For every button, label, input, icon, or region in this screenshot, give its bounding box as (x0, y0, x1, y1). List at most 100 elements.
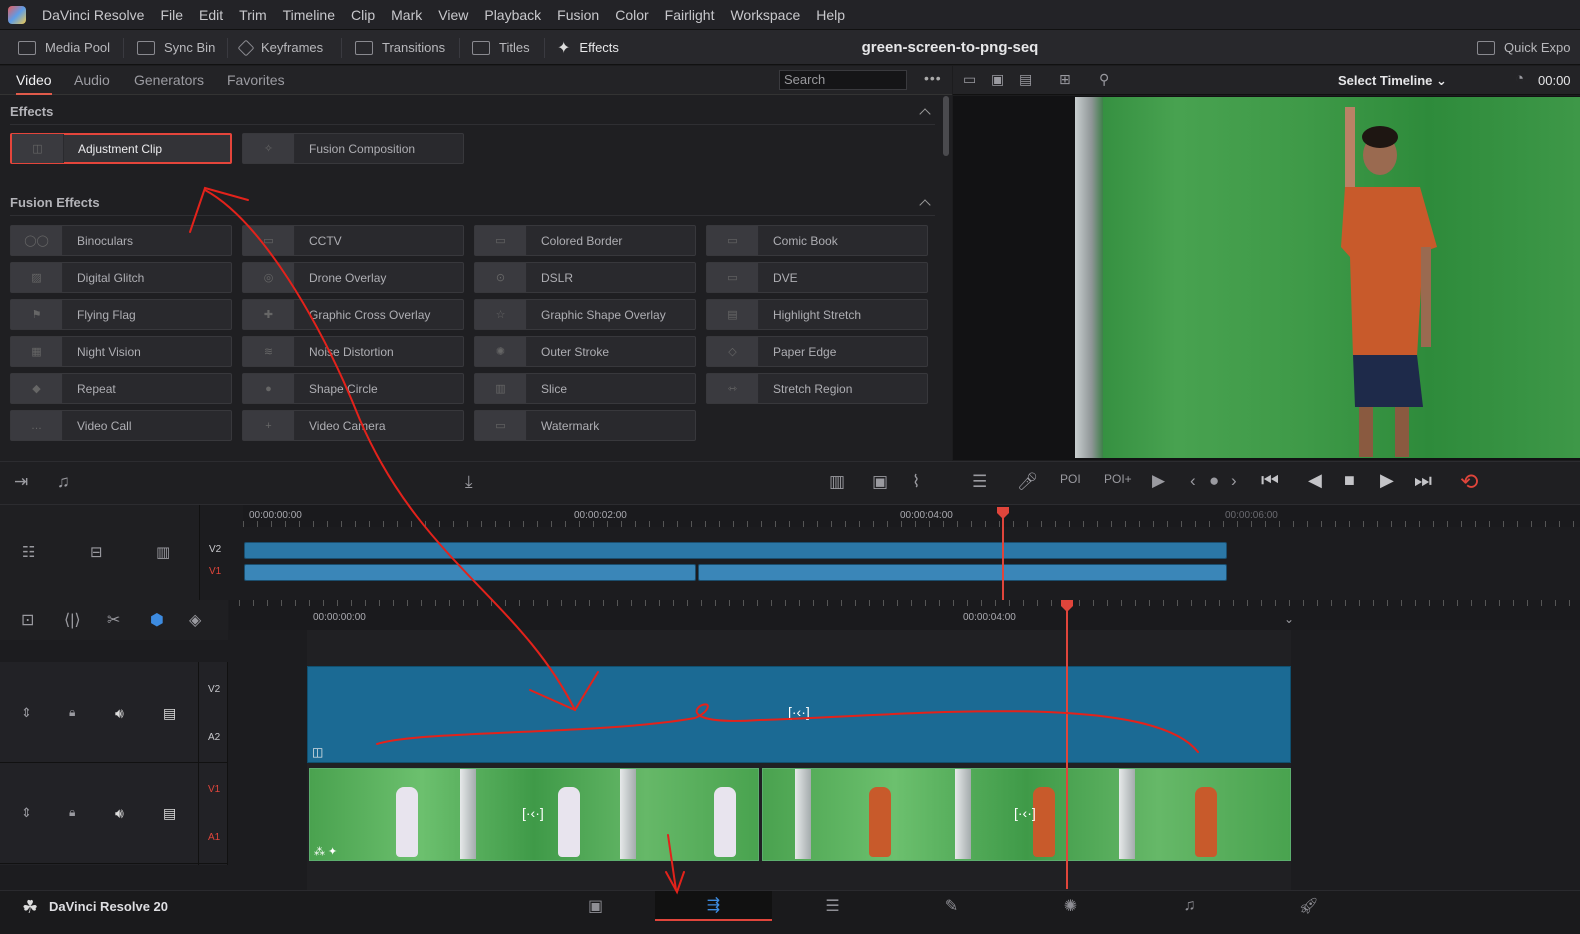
ripple-overwrite-icon[interactable]: ▥ (829, 472, 845, 492)
effect-graphic-cross-overlay[interactable]: ✚ Graphic Cross Overlay (242, 299, 464, 330)
effect-colored-border[interactable]: ▭ Colored Border (474, 225, 696, 256)
upper-clip-1[interactable] (244, 564, 696, 581)
menu-fusion[interactable]: Fusion (549, 7, 607, 23)
track-height-icon[interactable]: ⇕ (21, 805, 32, 821)
effect-watermark[interactable]: ▭ Watermark (474, 410, 696, 441)
insert-icon[interactable]: ⤓ (465, 472, 473, 492)
collapse-effects-icon[interactable] (919, 108, 931, 120)
media-pool-button[interactable]: Media Pool (18, 30, 110, 65)
effect-binoculars[interactable]: ◯◯ Binoculars (10, 225, 232, 256)
lock-icon[interactable]: 🔒︎ (69, 805, 75, 820)
upper-playhead[interactable] (1002, 513, 1004, 600)
marker-flag-icon[interactable]: ⬢ (150, 610, 164, 630)
page-fusion[interactable]: ✎ (893, 891, 1010, 921)
effect-video-call[interactable]: … Video Call (10, 410, 232, 441)
effect-fusion-composition[interactable]: ✧ Fusion Composition (242, 133, 464, 164)
film-icon[interactable]: ▤ (163, 805, 176, 822)
effect-slice[interactable]: ▥ Slice (474, 373, 696, 404)
effect-outer-stroke[interactable]: ✺ Outer Stroke (474, 336, 696, 367)
menu-color[interactable]: Color (607, 7, 656, 23)
place-on-top-icon[interactable]: ⌇ (912, 472, 920, 492)
select-timeline-dropdown[interactable]: Select Timeline ⌄ (1338, 66, 1447, 95)
poi-icon[interactable]: POI (1060, 472, 1081, 486)
append-icon[interactable]: ⇥ (14, 472, 28, 492)
page-edit[interactable]: ☰ (774, 891, 891, 921)
effect-video-camera[interactable]: + Video Camera (242, 410, 464, 441)
transitions-button[interactable]: Transitions (355, 30, 445, 65)
menu-trim[interactable]: Trim (231, 7, 274, 23)
titles-button[interactable]: Titles (472, 30, 530, 65)
source-viewer[interactable] (953, 96, 1580, 460)
effect-adjustment-clip[interactable]: ◫ Adjustment Clip (10, 133, 232, 164)
microphone-icon[interactable]: 🎤︎ (1017, 472, 1039, 492)
effect-dve[interactable]: ▭ DVE (706, 262, 928, 293)
poi-add-icon[interactable]: POI+ (1104, 472, 1132, 486)
effect-noise-distortion[interactable]: ≋ Noise Distortion (242, 336, 464, 367)
effects-search-input[interactable]: Search (779, 70, 907, 90)
quick-export-button[interactable]: Quick Expo (1477, 30, 1570, 65)
menu-edit[interactable]: Edit (191, 7, 231, 23)
menu-mark[interactable]: Mark (383, 7, 430, 23)
lower-ruler[interactable]: 00:00:00:00 00:00:04:00 (229, 600, 1580, 630)
more-options-icon[interactable]: ••• (924, 70, 942, 86)
page-color[interactable]: ✺ (1012, 891, 1129, 921)
effect-night-vision[interactable]: ▦ Night Vision (10, 336, 232, 367)
lower-playhead[interactable] (1066, 606, 1068, 889)
tab-generators[interactable]: Generators (134, 66, 204, 95)
effect-paper-edge[interactable]: ◇ Paper Edge (706, 336, 928, 367)
audio-edit-icon[interactable]: ♫ (57, 472, 70, 492)
adjustment-clip-track-v2[interactable]: [·‹·] ◫ (307, 666, 1291, 763)
page-fairlight[interactable]: ♫ (1131, 891, 1248, 921)
menu-file[interactable]: File (152, 7, 191, 23)
menu-fairlight[interactable]: Fairlight (657, 7, 723, 23)
split-view-icon[interactable]: ⊞ (1059, 71, 1071, 88)
go-to-end-icon[interactable]: ⏭ (1414, 470, 1432, 493)
collapse-fusion-effects-icon[interactable] (919, 199, 931, 211)
go-to-start-icon[interactable]: ⏮ (1261, 470, 1279, 493)
prev-marker-icon[interactable]: ‹ (1190, 471, 1196, 491)
effect-shape-circle[interactable]: ● Shape Circle (242, 373, 464, 404)
menu-view[interactable]: View (430, 7, 476, 23)
effect-highlight-stretch[interactable]: ▤ Highlight Stretch (706, 299, 928, 330)
page-cut[interactable]: ⇶ (655, 891, 772, 921)
menu-help[interactable]: Help (808, 7, 853, 23)
video-clip-2[interactable]: [·‹·] (762, 768, 1291, 861)
loop-icon[interactable]: ⟲ (1460, 469, 1478, 495)
speaker-icon[interactable]: 🔊︎ (115, 705, 124, 722)
effect-stretch-region[interactable]: ⇿ Stretch Region (706, 373, 928, 404)
menu-app[interactable]: DaVinci Resolve (34, 7, 152, 23)
close-up-icon[interactable]: ▣ (872, 472, 888, 492)
page-deliver[interactable]: 🚀︎ (1250, 891, 1367, 921)
effect-repeat[interactable]: ◆ Repeat (10, 373, 232, 404)
track-destination-icon[interactable]: ☷ (22, 543, 35, 561)
chevron-down-icon[interactable]: ⌄ (1284, 612, 1294, 626)
effect-cctv[interactable]: ▭ CCTV (242, 225, 464, 256)
keyframes-button[interactable]: Keyframes (237, 30, 323, 65)
fit-to-window-icon[interactable]: ⊡ (21, 610, 34, 630)
audio-mixer-icon[interactable]: ☰ (972, 472, 987, 492)
effect-flying-flag[interactable]: ⚑ Flying Flag (10, 299, 232, 330)
lock-icon[interactable]: 🔒︎ (69, 705, 75, 720)
tab-favorites[interactable]: Favorites (227, 66, 285, 95)
track-height-icon[interactable]: ⇕ (21, 705, 32, 721)
menu-clip[interactable]: Clip (343, 7, 383, 23)
speaker-icon[interactable]: 🔊︎ (115, 805, 124, 822)
film-icon[interactable]: ▤ (163, 705, 176, 722)
trim-icon[interactable]: ⟨|⟩ (64, 610, 81, 630)
effect-dslr[interactable]: ⊙ DSLR (474, 262, 696, 293)
tab-video[interactable]: Video (16, 66, 52, 95)
menu-timeline[interactable]: Timeline (275, 7, 343, 23)
sync-bin-button[interactable]: Sync Bin (137, 30, 215, 65)
effect-comic-book[interactable]: ▭ Comic Book (706, 225, 928, 256)
marker-dot-icon[interactable]: ● (1209, 471, 1219, 491)
effect-digital-glitch[interactable]: ▨ Digital Glitch (10, 262, 232, 293)
play-icon[interactable]: ▶ (1380, 470, 1394, 491)
stop-icon[interactable]: ■ (1344, 470, 1355, 491)
upper-ruler[interactable]: 00:00:00:00 00:00:02:00 00:00:04:00 00:0… (243, 505, 1580, 527)
pin-icon[interactable]: ⚲ (1099, 71, 1109, 88)
page-media[interactable]: ▣ (537, 891, 654, 921)
viewer-layout-icon[interactable]: ▭ (963, 71, 976, 88)
audio-meter-icon[interactable]: ▥ (156, 543, 170, 561)
menu-playback[interactable]: Playback (476, 7, 549, 23)
safe-area-icon[interactable]: ▣ (991, 71, 1004, 88)
